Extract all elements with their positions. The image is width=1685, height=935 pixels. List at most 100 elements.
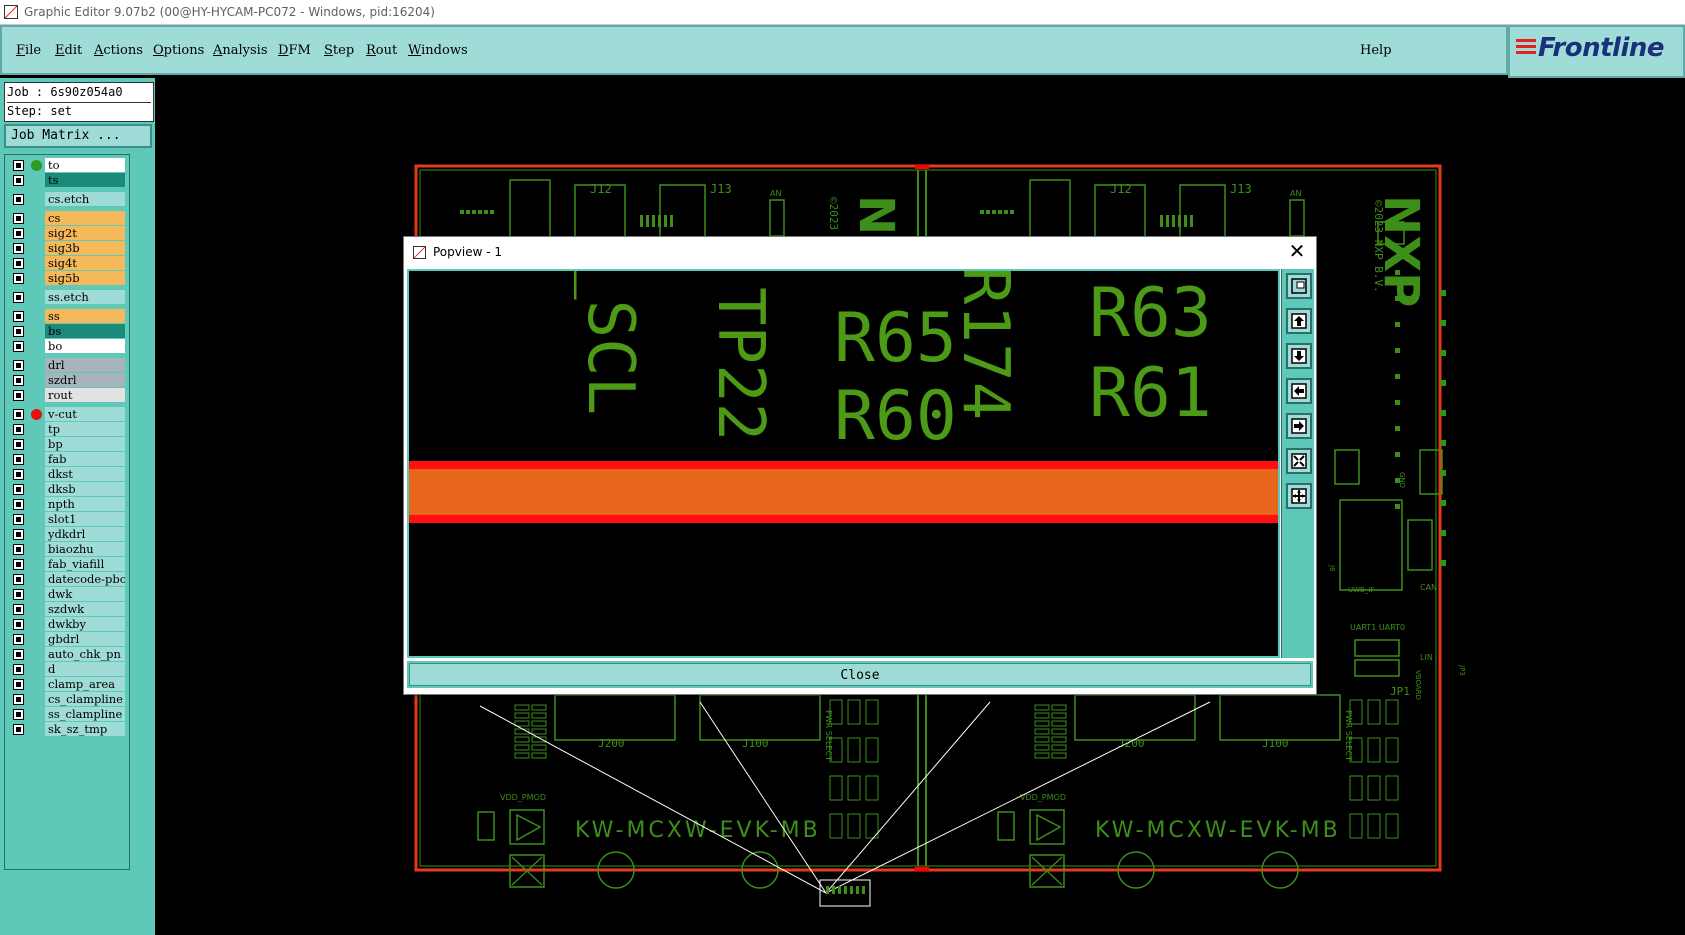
layer-checkbox[interactable] xyxy=(13,469,24,480)
layer-name[interactable]: tp xyxy=(45,422,125,436)
pan-down-icon[interactable] xyxy=(1286,343,1312,369)
layer-name[interactable]: dwkby xyxy=(45,617,125,631)
layer-row-fab_viafill[interactable]: fab_viafill xyxy=(7,557,127,572)
layer-checkbox[interactable] xyxy=(13,454,24,465)
layer-row-sig3b[interactable]: sig3b xyxy=(7,241,127,256)
layer-row-fab[interactable]: fab xyxy=(7,452,127,467)
layer-checkbox[interactable] xyxy=(13,273,24,284)
layer-checkbox[interactable] xyxy=(13,694,24,705)
layer-row-to[interactable]: to xyxy=(7,158,127,173)
layer-name[interactable]: szdrl xyxy=(45,373,125,387)
layer-row-clamp_area[interactable]: clamp_area xyxy=(7,677,127,692)
layer-checkbox[interactable] xyxy=(13,589,24,600)
layer-name[interactable]: clamp_area xyxy=(45,677,125,691)
layer-name[interactable]: slot1 xyxy=(45,512,125,526)
close-button[interactable]: Close xyxy=(409,663,1311,686)
layer-name[interactable]: sk_sz_tmp xyxy=(45,722,125,736)
layer-checkbox[interactable] xyxy=(13,194,24,205)
layer-row-sig2t[interactable]: sig2t xyxy=(7,226,127,241)
layer-checkbox[interactable] xyxy=(13,679,24,690)
layer-checkbox[interactable] xyxy=(13,326,24,337)
layer-checkbox[interactable] xyxy=(13,311,24,322)
layer-checkbox[interactable] xyxy=(13,604,24,615)
layer-name[interactable]: ts xyxy=(45,173,125,187)
layer-name[interactable]: auto_chk_pn xyxy=(45,647,125,661)
zoom-out-icon[interactable] xyxy=(1286,483,1312,509)
layer-name[interactable]: cs_clampline xyxy=(45,692,125,706)
layer-name[interactable]: szdwk xyxy=(45,602,125,616)
layer-checkbox[interactable] xyxy=(13,619,24,630)
layer-row-npth[interactable]: npth xyxy=(7,497,127,512)
layer-row-auto_chk_pn[interactable]: auto_chk_pn xyxy=(7,647,127,662)
layer-name[interactable]: sig4t xyxy=(45,256,125,270)
menu-dfm[interactable]: DFM xyxy=(278,43,311,58)
layer-name[interactable]: drl xyxy=(45,358,125,372)
job-matrix-button[interactable]: Job Matrix ... xyxy=(4,124,152,148)
layer-checkbox[interactable] xyxy=(13,499,24,510)
layer-checkbox[interactable] xyxy=(13,559,24,570)
layer-row-drl[interactable]: drl xyxy=(7,358,127,373)
layer-checkbox[interactable] xyxy=(13,424,24,435)
layer-name[interactable]: ss_clampline xyxy=(45,707,125,721)
layer-name[interactable]: npth xyxy=(45,497,125,511)
layer-checkbox[interactable] xyxy=(13,724,24,735)
layer-name[interactable]: fab_viafill xyxy=(45,557,125,571)
layer-checkbox[interactable] xyxy=(13,649,24,660)
layer-checkbox[interactable] xyxy=(13,213,24,224)
layer-row-dwkby[interactable]: dwkby xyxy=(7,617,127,632)
layer-row-dkst[interactable]: dkst xyxy=(7,467,127,482)
layer-row-biaozhu[interactable]: biaozhu xyxy=(7,542,127,557)
layer-row-cs.etch[interactable]: cs.etch xyxy=(7,192,127,207)
layer-row-tp[interactable]: tp xyxy=(7,422,127,437)
layer-row-ss.etch[interactable]: ss.etch xyxy=(7,290,127,305)
layer-row-bs[interactable]: bs xyxy=(7,324,127,339)
layer-row-slot1[interactable]: slot1 xyxy=(7,512,127,527)
layer-name[interactable]: d xyxy=(45,662,125,676)
layer-row-bp[interactable]: bp xyxy=(7,437,127,452)
menu-options[interactable]: Options xyxy=(153,43,204,58)
layer-row-szdrl[interactable]: szdrl xyxy=(7,373,127,388)
layer-row-cs[interactable]: cs xyxy=(7,211,127,226)
layer-name[interactable]: ydkdrl xyxy=(45,527,125,541)
layer-checkbox[interactable] xyxy=(13,160,24,171)
layer-checkbox[interactable] xyxy=(13,709,24,720)
layer-row-ts[interactable]: ts xyxy=(7,173,127,188)
layer-name[interactable]: rout xyxy=(45,388,125,402)
layer-checkbox[interactable] xyxy=(13,484,24,495)
layer-row-v-cut[interactable]: v-cut xyxy=(7,407,127,422)
layer-checkbox[interactable] xyxy=(13,228,24,239)
menu-file[interactable]: File xyxy=(16,43,41,58)
layer-name[interactable]: bs xyxy=(45,324,125,338)
layer-checkbox[interactable] xyxy=(13,529,24,540)
layer-row-ss_clampline[interactable]: ss_clampline xyxy=(7,707,127,722)
layer-checkbox[interactable] xyxy=(13,664,24,675)
layer-checkbox[interactable] xyxy=(13,514,24,525)
layer-checkbox[interactable] xyxy=(13,634,24,645)
layer-name[interactable]: ss.etch xyxy=(45,290,125,304)
layer-checkbox[interactable] xyxy=(13,243,24,254)
pan-left-icon[interactable] xyxy=(1286,378,1312,404)
layer-row-szdwk[interactable]: szdwk xyxy=(7,602,127,617)
layer-name[interactable]: sig5b xyxy=(45,271,125,285)
layer-row-sig4t[interactable]: sig4t xyxy=(7,256,127,271)
popview-canvas[interactable]: _SCL TP22 R174 R65 R60 R63 R61 xyxy=(407,269,1280,658)
layer-checkbox[interactable] xyxy=(13,258,24,269)
layer-name[interactable]: ss xyxy=(45,309,125,323)
menu-rout[interactable]: Rout xyxy=(366,43,397,58)
layer-checkbox[interactable] xyxy=(13,292,24,303)
layer-row-sk_sz_tmp[interactable]: sk_sz_tmp xyxy=(7,722,127,737)
layer-row-dwk[interactable]: dwk xyxy=(7,587,127,602)
menu-actions[interactable]: Actions xyxy=(94,43,143,58)
menu-step[interactable]: Step xyxy=(324,43,354,58)
layer-name[interactable]: v-cut xyxy=(45,407,125,421)
layer-name[interactable]: cs.etch xyxy=(45,192,125,206)
pan-up-icon[interactable] xyxy=(1286,308,1312,334)
menu-help[interactable]: Help xyxy=(1360,43,1392,58)
layer-name[interactable]: cs xyxy=(45,211,125,225)
layer-row-ydkdrl[interactable]: ydkdrl xyxy=(7,527,127,542)
layer-checkbox[interactable] xyxy=(13,375,24,386)
layer-row-d[interactable]: d xyxy=(7,662,127,677)
layer-row-ss[interactable]: ss xyxy=(7,309,127,324)
layer-name[interactable]: dwk xyxy=(45,587,125,601)
layer-row-sig5b[interactable]: sig5b xyxy=(7,271,127,286)
